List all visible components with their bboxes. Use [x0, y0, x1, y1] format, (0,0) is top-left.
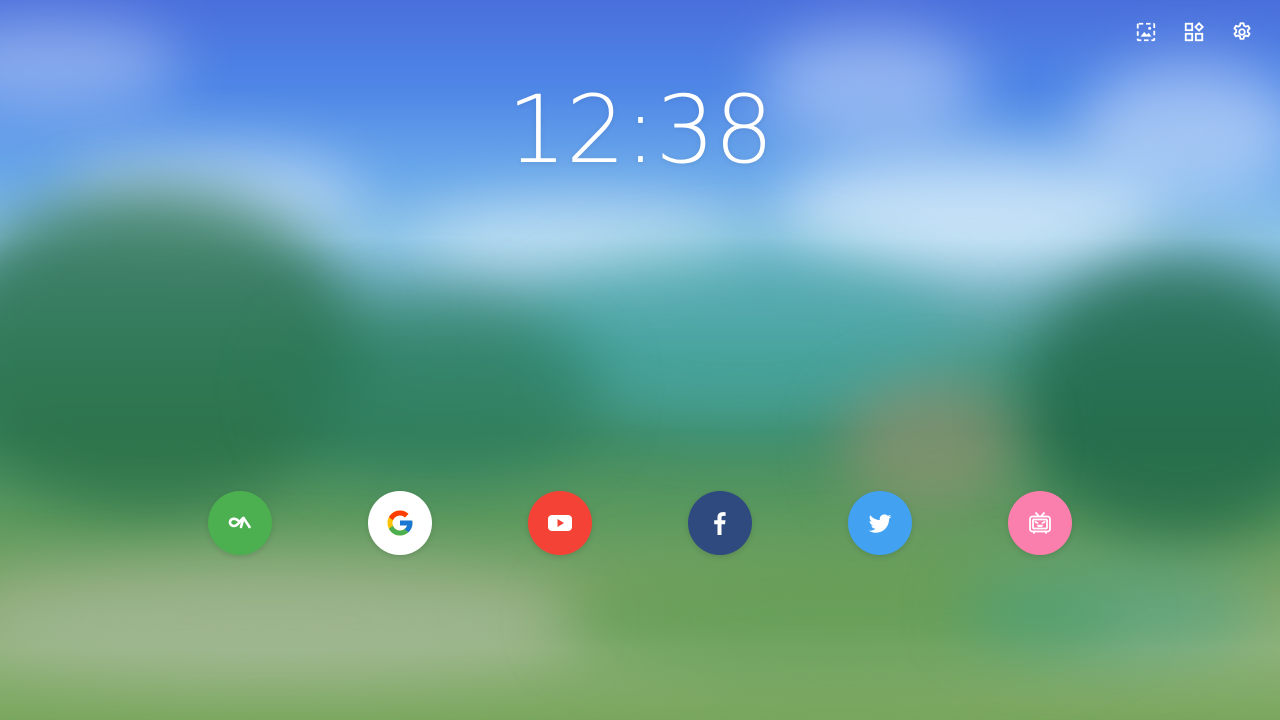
twitter-icon: [868, 514, 892, 533]
facebook-icon: [714, 512, 726, 535]
widgets-button[interactable]: [1182, 20, 1206, 44]
google-icon: [387, 510, 413, 536]
settings-button[interactable]: [1230, 20, 1254, 44]
youtube-icon: [548, 515, 572, 531]
wallpaper-icon: [1136, 22, 1156, 42]
shortcut-twitter[interactable]: [848, 491, 912, 555]
settings-icon: [1233, 22, 1251, 40]
bilibili-icon: [1029, 512, 1051, 534]
top-toolbar: [1134, 20, 1254, 44]
shortcut-youtube[interactable]: [528, 491, 592, 555]
shortcut-bar: [208, 491, 1072, 555]
shortcut-bilibili[interactable]: [1008, 491, 1072, 555]
wallpaper-button[interactable]: [1134, 20, 1158, 44]
shortcut-facebook[interactable]: [688, 491, 752, 555]
shortcut-google[interactable]: [368, 491, 432, 555]
widgets-icon: [1184, 21, 1205, 42]
clock-time: 12:38: [507, 76, 774, 185]
infinity-icon: [228, 516, 251, 529]
shortcut-infinity[interactable]: [208, 491, 272, 555]
